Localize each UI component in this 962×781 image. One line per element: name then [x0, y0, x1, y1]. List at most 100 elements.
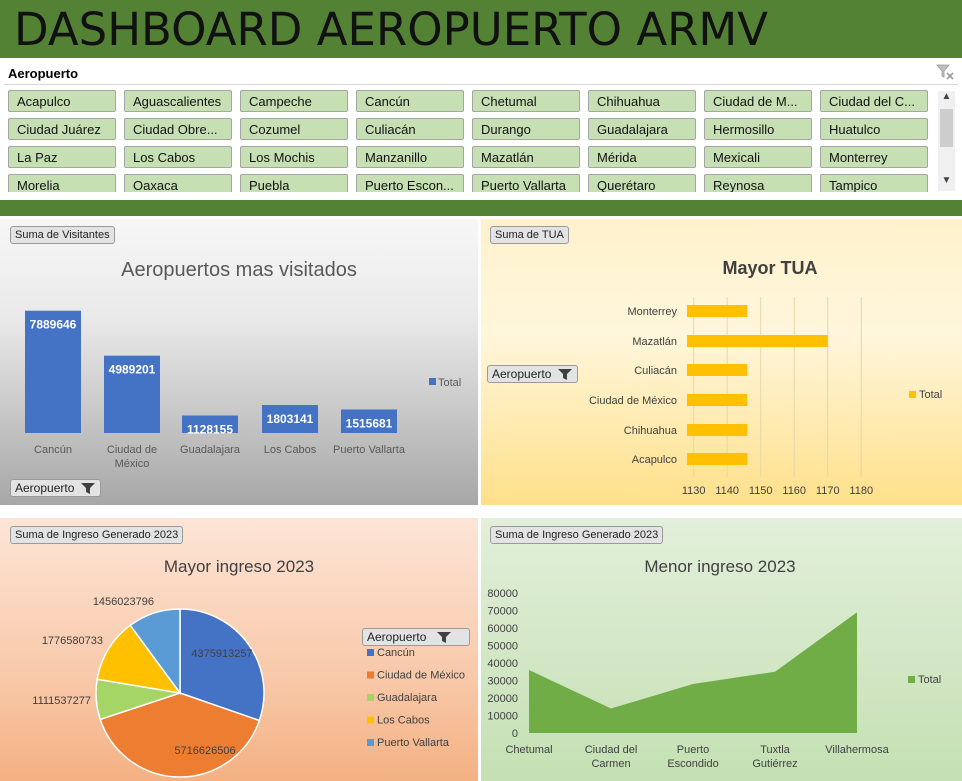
y-tick-label: 30000 — [487, 676, 518, 688]
slicer-item[interactable]: Monterrey — [820, 146, 928, 168]
slicer-item[interactable]: Mazatlán — [472, 146, 580, 168]
data-label: 1128155 — [187, 423, 233, 437]
x-tick-label: Villahermosa — [825, 744, 889, 756]
slicer-item[interactable]: Reynosa — [704, 174, 812, 192]
slicer-item[interactable]: Chihuahua — [588, 90, 696, 112]
panel-gap — [0, 505, 962, 518]
bar — [687, 424, 748, 436]
menor-ingreso-chart: Menor ingreso 2023 0 10000 20000 30000 40000 5… — [487, 557, 941, 770]
x-tick-label: Carmen — [591, 758, 630, 770]
x-tick-label: Los Cabos — [264, 444, 317, 456]
slicer-item[interactable]: Ciudad Juárez — [8, 118, 116, 140]
x-tick-label: 1180 — [849, 485, 873, 497]
x-tick-label: México — [115, 458, 150, 470]
data-label: 4375913257 — [191, 648, 252, 660]
slicer-item[interactable]: Puebla — [240, 174, 348, 192]
legend-marker — [908, 676, 915, 683]
slicer-item[interactable]: Cancún — [356, 90, 464, 112]
x-tick-label: Cancún — [34, 444, 72, 456]
x-tick-label: 1140 — [715, 485, 739, 497]
x-tick-label: Puerto — [677, 744, 709, 756]
slicer-item[interactable]: Chetumal — [472, 90, 580, 112]
visitantes-filter-label: Aeropuerto — [15, 481, 75, 495]
scroll-up-icon[interactable]: ▲ — [938, 91, 955, 106]
scroll-thumb[interactable] — [940, 109, 953, 147]
chart-title: Aeropuertos mas visitados — [121, 259, 357, 281]
data-label: 4989201 — [109, 363, 156, 377]
y-tick-label: 80000 — [487, 588, 518, 600]
data-label: 1776580733 — [42, 635, 103, 647]
slicer-title: Aeropuerto — [8, 66, 79, 81]
mayor-ingreso-filter-button[interactable]: Aeropuerto — [362, 628, 470, 647]
slicer-item[interactable]: Morelia — [8, 174, 116, 192]
legend-marker — [367, 694, 374, 701]
slicer-item[interactable]: Aguascalientes — [124, 90, 232, 112]
slicer-item[interactable]: Oaxaca — [124, 174, 232, 192]
slicer-item[interactable]: Durango — [472, 118, 580, 140]
slicer-item[interactable]: Huatulco — [820, 118, 928, 140]
slicer-item[interactable]: Ciudad del C... — [820, 90, 928, 112]
slicer-item[interactable]: Manzanillo — [356, 146, 464, 168]
slicer-item[interactable]: Tampico — [820, 174, 928, 192]
slicer-item[interactable]: Campeche — [240, 90, 348, 112]
slicer-item[interactable]: Guadalajara — [588, 118, 696, 140]
slicer-item[interactable]: Puerto Escon... — [356, 174, 464, 192]
x-tick-label: Ciudad de — [107, 444, 157, 456]
slicer-item[interactable]: Querétaro — [588, 174, 696, 192]
slicer-item[interactable]: Los Cabos — [124, 146, 232, 168]
scroll-down-icon[interactable]: ▼ — [938, 175, 955, 190]
visitantes-filter-button[interactable]: Aeropuerto — [10, 479, 102, 498]
visitantes-chart-panel: Suma de Visitantes Aeropuertos mas visit… — [0, 219, 478, 505]
slicer-item[interactable]: Ciudad de M... — [704, 90, 812, 112]
slicer-item[interactable]: Mexicali — [704, 146, 812, 168]
slicer-item[interactable]: La Paz — [8, 146, 116, 168]
bar — [687, 335, 828, 347]
x-tick-label: Puerto Vallarta — [333, 444, 406, 456]
legend-label: Guadalajara — [377, 692, 438, 704]
slicer-item[interactable]: Puerto Vallarta — [472, 174, 580, 192]
slicer-item[interactable]: Ciudad Obre... — [124, 118, 232, 140]
visitantes-chart: Aeropuertos mas visitados 7889646 Cancún 49… — [25, 259, 461, 470]
slicer-item[interactable]: Cozumel — [240, 118, 348, 140]
y-tick-label: 70000 — [487, 606, 518, 618]
data-label: 1111537277 — [32, 695, 91, 707]
slicer-scrollbar[interactable]: ▲ ▼ — [938, 91, 955, 191]
y-tick-label: 0 — [512, 728, 518, 740]
y-tick-label: Acapulco — [632, 454, 677, 466]
slicer-item[interactable]: Mérida — [588, 146, 696, 168]
y-tick-label: Chihuahua — [624, 425, 678, 437]
slicer-divider — [4, 84, 958, 85]
area-series — [529, 612, 857, 733]
y-tick-label: 50000 — [487, 641, 518, 653]
slicer-items: Acapulco Aguascalientes Campeche Cancún Chet… — [8, 90, 934, 192]
chart-title: Mayor ingreso 2023 — [164, 557, 314, 576]
data-label: 5716626506 — [174, 745, 235, 757]
tua-chart-panel: Suma de TUA Mayor TUA 1130 1140 1150 1160 117… — [481, 219, 962, 505]
airport-slicer: Aeropuerto Acapulco Aguascalientes Campech… — [0, 60, 962, 196]
x-tick-label: Tuxtla — [760, 744, 790, 756]
tua-filter-button[interactable]: Aeropuerto — [487, 365, 579, 384]
x-tick-label: 1130 — [682, 485, 706, 497]
data-label: 1456023796 — [93, 596, 154, 608]
slicer-item[interactable]: Culiacán — [356, 118, 464, 140]
separator-band — [0, 200, 962, 216]
y-tick-label: Mazatlán — [632, 336, 677, 348]
slicer-item[interactable]: Hermosillo — [704, 118, 812, 140]
mayor-ingreso-chart: Mayor ingreso 2023 4375913257 5716626506 11… — [32, 557, 465, 778]
slicer-item[interactable]: Acapulco — [8, 90, 116, 112]
legend-label: Puerto Vallarta — [377, 737, 450, 749]
legend-label: Total — [438, 377, 461, 389]
legend-marker — [429, 378, 436, 385]
tua-filter-label: Aeropuerto — [492, 367, 552, 381]
y-tick-label: Ciudad de México — [589, 395, 677, 407]
data-label: 7889646 — [30, 318, 77, 332]
chart-title: Menor ingreso 2023 — [644, 557, 795, 576]
x-tick-label: 1160 — [782, 485, 806, 497]
legend-marker — [909, 391, 916, 398]
filter-dropdown-icon — [437, 632, 452, 644]
dashboard-title: DASHBOARD AEROPUERTO ARMV — [14, 3, 769, 56]
slicer-item[interactable]: Los Mochis — [240, 146, 348, 168]
y-tick-label: 40000 — [487, 658, 518, 670]
clear-filter-icon[interactable] — [936, 64, 954, 80]
legend-label: Cancún — [377, 647, 415, 659]
